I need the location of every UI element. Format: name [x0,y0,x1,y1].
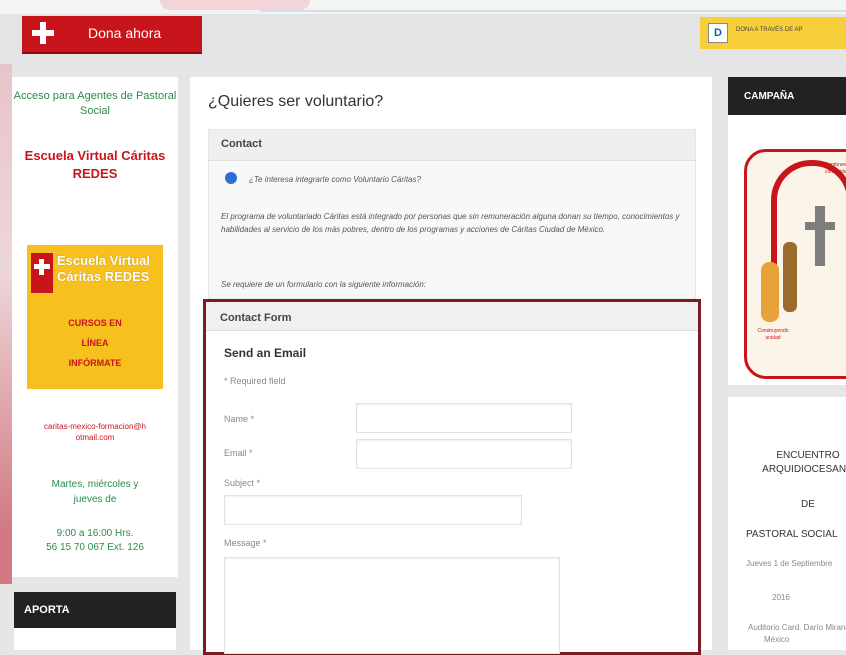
aporta-header: APORTA [14,592,176,628]
send-email-title: Send an Email [224,346,307,360]
contact-email-link[interactable]: caritas-mexico-formacion@hotmail.com [12,421,178,443]
poster-headline: Sembrando comunidad [825,162,846,175]
contact-panel: Contact ¿Te interesa integrarte como Vol… [208,129,696,299]
decorative-edge [0,64,12,584]
courses-promo-banner[interactable]: Escuela Virtual Cáritas REDES CURSOS EN … [27,245,163,389]
right-column: CAMPAÑA Sembrando comunidad Construyendo… [728,77,846,650]
virtual-school-link[interactable]: Escuela Virtual Cáritas REDES [12,147,178,183]
event-place: Auditorio Card. Darío Miranda [748,623,846,632]
required-field-note: * Required field [224,376,286,386]
poster-cross-icon [815,206,825,266]
event-place2: México [764,635,790,644]
promo-line: CURSOS EN [68,318,122,328]
message-textarea[interactable] [224,557,560,654]
event-line3: PASTORAL SOCIAL [746,529,838,540]
message-label: Message * [224,538,267,548]
promo-brand: Escuela Virtual Cáritas REDES [57,253,150,284]
decorative-shape [160,0,310,10]
contact-form-title: Contact Form [220,312,292,324]
hours-text: 9:00 a 16:00 Hrs. [56,528,134,539]
event-box: ENCUENTRO ARQUIDIOCESANO DE PASTORAL SOC… [728,397,846,650]
name-field[interactable] [356,403,572,433]
poster-cross-icon [805,222,835,230]
banner-logo-icon: D [708,23,728,43]
divider [260,10,846,12]
poster-figure [783,242,797,312]
event-line: ARQUIDIOCESANO [762,464,846,475]
campaign-label: CAMPAÑA [744,91,795,102]
office-hours: 9:00 a 16:00 Hrs. 56 15 70 067 Ext. 126 [12,527,178,555]
promo-line: LÍNEA [81,338,109,348]
contact-panel-header: Contact [209,130,695,161]
volunteer-description: El programa de voluntariado Cáritas está… [221,212,680,234]
campaign-body: Sembrando comunidad Construyendo unidad [728,115,846,385]
event-de: DE [801,499,815,510]
campaign-header: CAMPAÑA [728,77,846,115]
subject-label: Subject * [224,478,261,488]
event-title: ENCUENTRO ARQUIDIOCESANO [738,449,846,477]
donate-button[interactable]: Dona ahora [22,16,202,54]
requirement-note: Se requiere de un formulario con la sigu… [221,280,427,289]
name-label: Name * [224,414,255,424]
event-year: 2016 [772,593,790,602]
donate-via-banner[interactable]: D DONA A TRAVÉS DE AP [700,17,846,49]
caritas-cross-icon [32,22,54,44]
email-label: Email * [224,448,253,458]
caritas-logo-icon [31,253,53,293]
promo-line: INFÓRMATE [68,358,122,368]
aporta-body [14,628,176,650]
main-content: ¿Quieres ser voluntario? Contact ¿Te int… [190,77,712,655]
contact-header-label: Contact [221,138,262,150]
top-strip [0,0,846,14]
promo-text: CURSOS EN LÍNEA INFÓRMATE [27,313,163,373]
event-date: Jueves 1 de Septiembre [746,559,833,568]
volunteer-question: ¿Te interesa integrarte como Voluntario … [249,175,421,184]
contact-form-header: Contact Form [206,302,698,331]
phone-text: 56 15 70 067 Ext. 126 [46,542,144,553]
email-field[interactable] [356,439,572,469]
bullet-icon [225,172,237,184]
donate-label: Dona ahora [88,25,162,41]
event-line: ENCUENTRO [776,450,840,461]
poster-figure [761,262,779,322]
poster-caption: Construyendo unidad [757,328,789,341]
subject-field[interactable] [224,495,522,525]
campaign-poster[interactable]: Sembrando comunidad Construyendo unidad [744,149,846,379]
office-days: Martes, miércoles y jueves de [51,479,139,505]
aporta-label: APORTA [24,604,70,616]
page-title: ¿Quieres ser voluntario? [208,93,384,110]
left-sidebar: Acceso para Agentes de Pastoral Social E… [12,77,178,577]
contact-form: Contact Form Send an Email * Required fi… [203,299,701,655]
banner-text: DONA A TRAVÉS DE AP [736,27,803,33]
agents-access-link[interactable]: Acceso para Agentes de Pastoral Social [12,89,178,119]
